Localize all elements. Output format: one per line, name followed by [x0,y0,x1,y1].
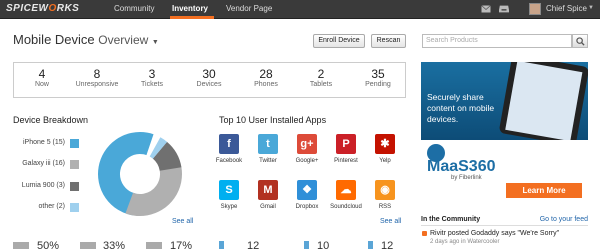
phone-illustration [498,62,588,147]
app-name: Twitter [259,158,277,164]
user-avatar[interactable] [529,3,541,15]
app-yelp[interactable]: ✱ Yelp [367,134,403,164]
app-soundcloud[interactable]: ☁ Soundcloud [328,180,364,210]
metric-value: 50% [37,240,60,252]
rss-icon: ◉ [375,180,395,200]
legend-swatch-lumia [70,182,79,191]
facebook-icon: f [219,134,239,154]
breakdown-see-all-link[interactable]: See all [172,218,193,225]
soundcloud-icon: ☁ [336,180,356,200]
go-to-feed-link[interactable]: Go to your feed [540,216,588,223]
app-skype[interactable]: S Skype [211,180,247,210]
app-name: Facebook [215,158,243,164]
app-gmail[interactable]: M Gmail [250,180,286,210]
community-header: In the Community Go to your feed [421,216,588,226]
yelp-icon: ✱ [375,134,395,154]
search-icon [576,37,585,46]
app-name: Yelp [379,158,391,164]
chevron-down-icon[interactable]: ▼ [152,39,159,46]
skype-icon: S [219,180,239,200]
dropbox-icon: ❖ [297,180,317,200]
metric-bar [368,241,373,249]
app-name: RSS [378,204,392,210]
spiceworks-logo[interactable]: SPICEWORKS [6,3,79,16]
gmail-icon: M [258,180,278,200]
google-plus-icon: g+ [297,134,317,154]
stat-tablets[interactable]: 2 Tablets [296,63,346,99]
top-nav-bar: SPICEWORKS Community Inventory Vendor Pa… [0,0,600,19]
nav-vendor-page[interactable]: Vendor Page [226,4,272,13]
search-button[interactable] [572,34,588,48]
metric-bar [146,242,162,249]
stat-pending[interactable]: 35 Pending [353,63,403,99]
app-twitter[interactable]: t Twitter [250,134,286,164]
nav-inventory[interactable]: Inventory [172,4,208,13]
stat-tickets[interactable]: 3 Tickets [127,63,177,99]
twitter-icon: t [258,134,278,154]
metric-value: 12 [381,240,394,252]
metric-bar [80,242,96,249]
maas360-ad[interactable]: Securely share content on mobile devices… [421,62,588,202]
legend-swatch-other [70,203,79,212]
device-stats-panel: 4 Now 8 Unresponsive 3 Tickets 30 Devices 28… [13,62,406,98]
app-facebook[interactable]: f Facebook [211,134,247,164]
metric-bar [304,241,309,249]
metric-bar [13,242,29,249]
app-name: Gmail [260,204,276,210]
ad-brand: MaaS360 [427,158,496,175]
app-dropbox[interactable]: ❖ Dropbox [289,180,325,210]
legend-label-other: other (2) [38,203,65,210]
legend-label-lumia: Lumia 900 (3) [21,182,65,189]
learn-more-button[interactable]: Learn More [506,183,582,198]
stat-phones[interactable]: 28 Phones [241,63,291,99]
app-name: Soundcloud [330,204,362,210]
metric-value: 33% [103,240,126,252]
top-apps-title: Top 10 User Installed Apps [219,115,327,125]
rescan-button[interactable]: Rescan [371,34,406,48]
app-name: Pinterest [334,158,358,164]
stat-devices[interactable]: 30 Devices [184,63,234,99]
device-breakdown-title: Device Breakdown [13,115,89,125]
apps-see-all-link[interactable]: See all [380,218,401,225]
search-input[interactable]: Search Products [422,34,572,48]
active-tab-indicator [170,16,214,19]
mail-icon[interactable] [481,5,491,13]
app-name: Skype [220,204,238,210]
app-name: Google+ [295,158,319,164]
overview-dropdown[interactable]: Overview [98,33,148,47]
community-post-meta: 2 days ago in Watercooler [430,239,500,245]
post-bullet-icon [422,231,427,236]
nav-community[interactable]: Community [114,4,154,13]
chevron-down-icon[interactable]: ▼ [588,5,594,11]
legend-label-iphone: iPhone 5 (15) [22,139,65,146]
ad-text: Securely share content on mobile devices… [427,92,495,124]
app-pinterest[interactable]: P Pinterest [328,134,364,164]
pinterest-icon: P [336,134,356,154]
metric-value: 12 [247,240,260,252]
ad-by-line: by Fiberlink [451,175,482,181]
app-google-[interactable]: g+ Google+ [289,134,325,164]
device-donut-chart [98,132,182,216]
legend-swatch-iphone [70,139,79,148]
page-title: Mobile Device Overview ▼ [13,32,159,47]
user-name[interactable]: Chief Spice [546,4,587,13]
legend-label-galaxy: Galaxy iii (16) [22,160,65,167]
inbox-icon[interactable] [499,5,509,13]
metric-value: 10 [317,240,330,252]
app-rss[interactable]: ◉ RSS [367,180,403,210]
legend-swatch-galaxy [70,160,79,169]
stat-unresponsive[interactable]: 8 Unresponsive [72,63,122,99]
metric-value: 17% [170,240,193,252]
app-name: Dropbox [295,204,319,210]
enroll-device-button[interactable]: Enroll Device [313,34,365,48]
stat-now[interactable]: 4 Now [17,63,67,99]
metric-bar [219,241,224,249]
community-post-link[interactable]: Rivitr posted Godaddy says "We're Sorry" [430,230,559,237]
community-title: In the Community [421,216,481,223]
